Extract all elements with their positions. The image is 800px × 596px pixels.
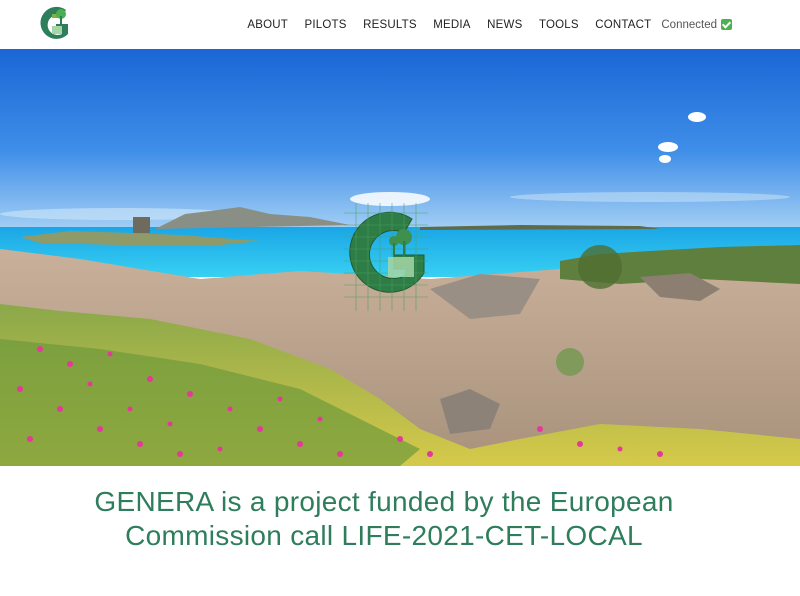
check-icon: [721, 19, 732, 30]
page-headline: GENERA is a project funded by the Europe…: [0, 485, 768, 553]
headline-line-2: Commission call LIFE-2021-CET-LOCAL: [125, 520, 643, 551]
nav-media[interactable]: MEDIA: [433, 19, 470, 31]
genera-solar-logo-icon: [344, 203, 428, 311]
headline-line-1: GENERA is a project funded by the Europe…: [94, 486, 674, 517]
site-header: ABOUT PILOTS RESULTS MEDIA NEWS TOOLS CO…: [0, 0, 800, 49]
nav-news[interactable]: NEWS: [487, 19, 522, 31]
nav-tools[interactable]: TOOLS: [539, 19, 579, 31]
connection-status-label: Connected: [661, 18, 717, 31]
main-nav: ABOUT PILOTS RESULTS MEDIA NEWS TOOLS CO…: [231, 0, 732, 49]
hero-banner: [0, 49, 800, 466]
nav-results[interactable]: RESULTS: [363, 19, 417, 31]
nav-contact[interactable]: CONTACT: [595, 19, 651, 31]
nav-about[interactable]: ABOUT: [247, 19, 288, 31]
nav-pilots[interactable]: PILOTS: [305, 19, 347, 31]
connection-status: Connected: [661, 19, 732, 31]
genera-logo-icon[interactable]: [36, 4, 72, 46]
